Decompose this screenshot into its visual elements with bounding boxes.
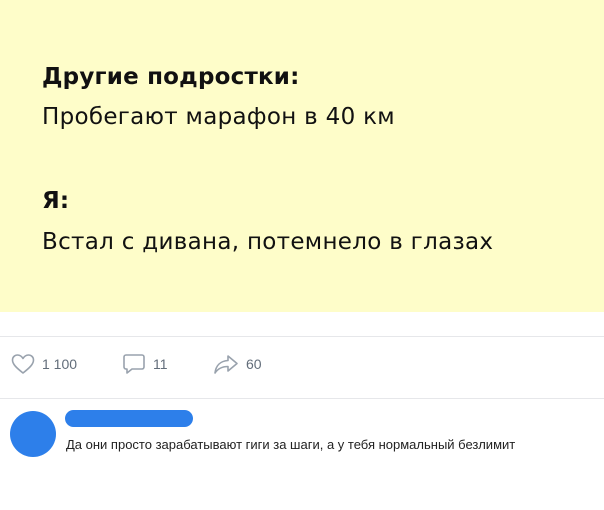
meme-heading-others: Другие подростки: xyxy=(42,64,300,90)
comment-icon xyxy=(123,354,145,374)
post-actions: 1 100 11 60 xyxy=(0,350,604,378)
meme-heading-me: Я: xyxy=(42,188,70,214)
share-button[interactable]: 60 xyxy=(212,350,262,378)
like-button[interactable]: 1 100 xyxy=(10,350,77,378)
meme-text-others: Пробегают марафон в 40 км xyxy=(42,104,395,130)
heart-icon xyxy=(11,354,35,374)
avatar[interactable] xyxy=(10,411,56,457)
comment-text: Да они просто зарабатывают гиги за шаги,… xyxy=(66,437,516,452)
share-count: 60 xyxy=(246,356,262,372)
comment-count: 11 xyxy=(153,356,168,372)
meme-text-me: Встал с дивана, потемнело в глазах xyxy=(42,229,494,255)
meme-image: Другие подростки: Пробегают марафон в 40… xyxy=(0,0,604,312)
comment-button[interactable]: 11 xyxy=(121,350,168,378)
divider xyxy=(0,398,604,399)
share-icon xyxy=(214,355,238,374)
like-count: 1 100 xyxy=(42,356,78,372)
divider xyxy=(0,336,604,337)
commenter-name-redacted[interactable] xyxy=(65,410,193,427)
